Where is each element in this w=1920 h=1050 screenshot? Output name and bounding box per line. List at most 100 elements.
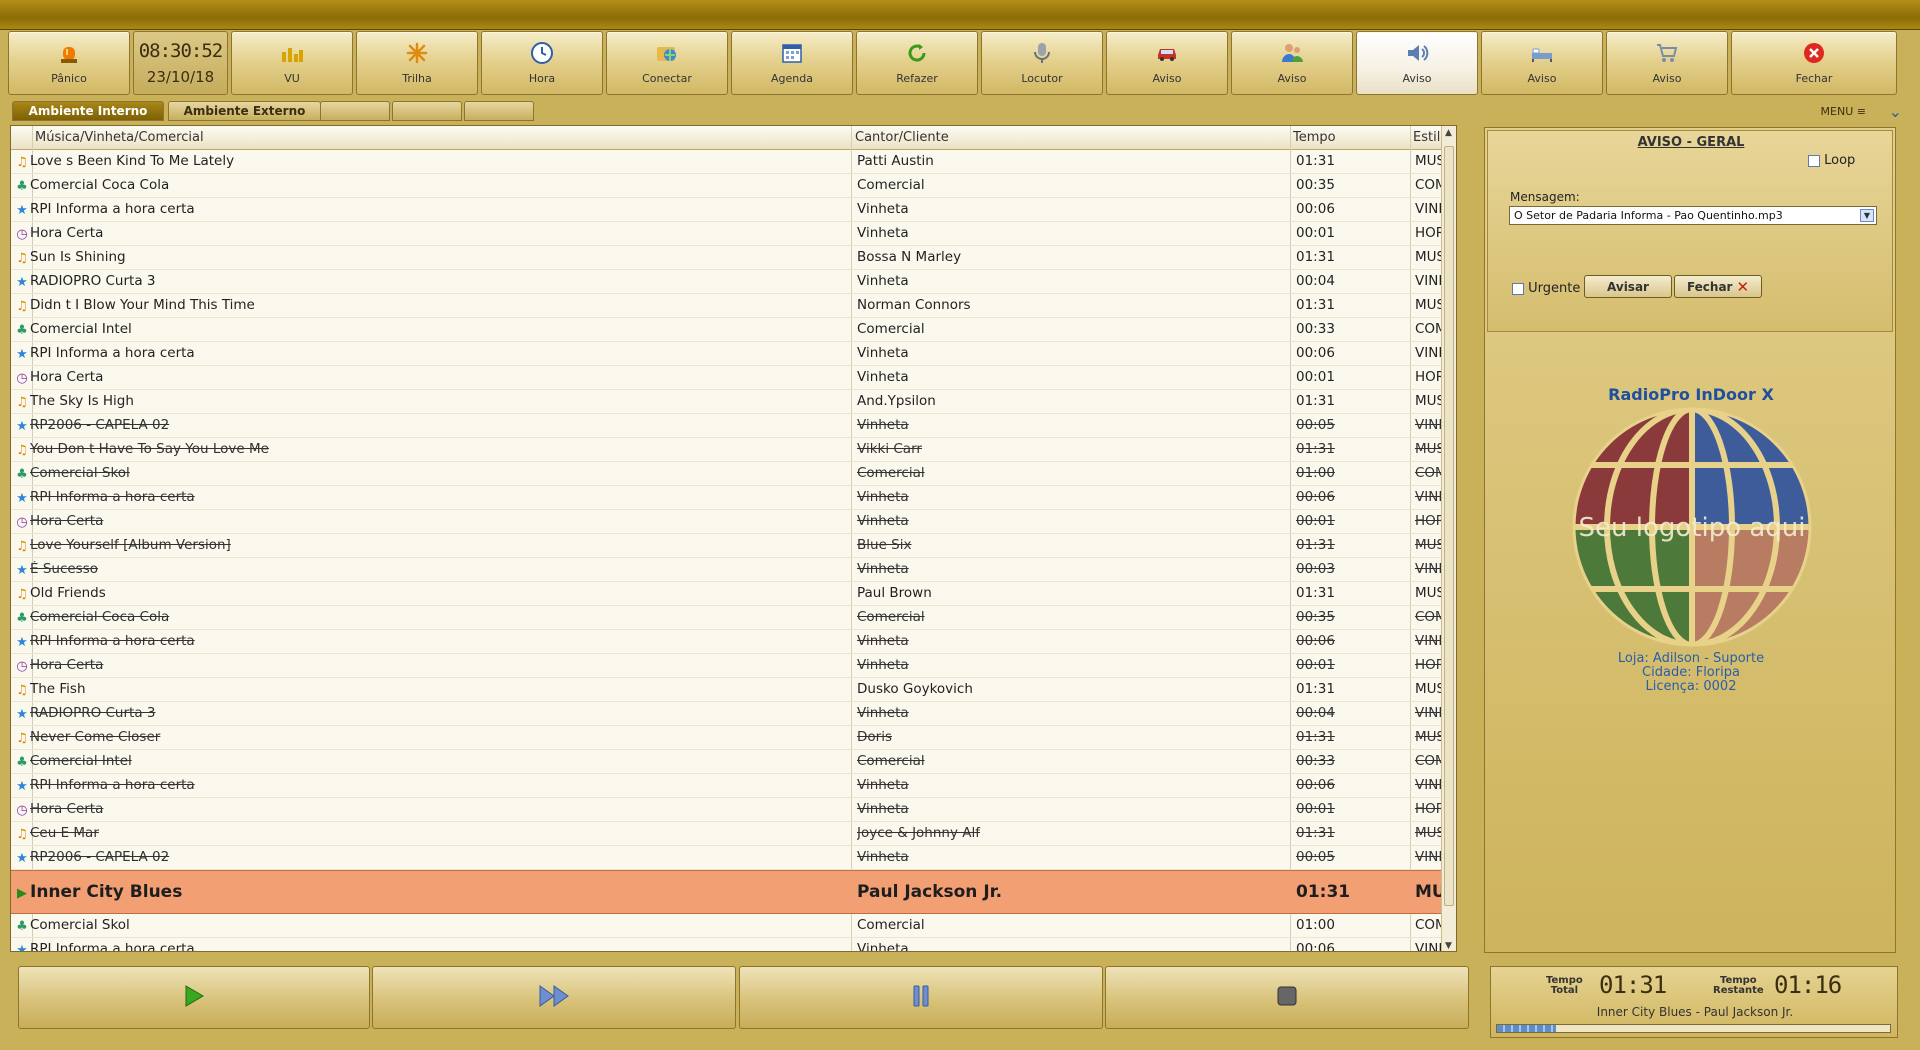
playlist-row[interactable]: ★RADIOPRO Curta 3Vinheta00:04VINHETA — [11, 270, 1456, 294]
chevron-down-icon[interactable]: ⌄ — [1889, 102, 1902, 121]
playlist-row[interactable]: ◷Hora CertaVinheta00:01HORAS — [11, 222, 1456, 246]
playlist-row[interactable]: ★ RPI Informa a hora certa Vinheta 00:06 VIN… — [11, 938, 1456, 952]
commercial-icon: ♣ — [16, 322, 28, 338]
playlist-row[interactable]: ♫The FishDusko Goykovich01:31MUSICA — [11, 678, 1456, 702]
conectar-button[interactable]: Conectar — [606, 31, 728, 95]
license-number: Licença: 0002 — [1645, 679, 1737, 694]
fast-forward-icon — [539, 984, 569, 1011]
cell-time: 00:03 — [1296, 561, 1335, 577]
playlist-row[interactable]: ◷Hora CertaVinheta00:01HORAS — [11, 798, 1456, 822]
vu-button[interactable]: VU — [231, 31, 353, 95]
music-note-icon: ♫ — [16, 154, 28, 170]
refazer-button[interactable]: Refazer — [856, 31, 978, 95]
agenda-button[interactable]: Agenda — [731, 31, 853, 95]
playlist-row[interactable]: ♫Sun Is ShiningBossa N Marley01:31MUSICA — [11, 246, 1456, 270]
fechar-button[interactable]: Fechar — [1731, 31, 1897, 95]
playlist-row[interactable]: ♫ You Don t Have To Say You Love Me Vikki … — [11, 438, 1456, 462]
column-header-artist[interactable]: Cantor/Cliente — [855, 130, 949, 145]
playlist-row[interactable]: ♣Comercial IntelComercial00:33COMERCIAL — [11, 750, 1456, 774]
tab-empty-2[interactable] — [392, 101, 462, 121]
tab-ambiente-interno[interactable]: Ambiente Interno — [12, 101, 164, 121]
dropdown-arrow-icon[interactable]: ▼ — [1860, 209, 1874, 222]
playlist-row[interactable]: ◷Hora CertaVinheta00:01HORAS — [11, 510, 1456, 534]
playlist-row[interactable]: ♫The Sky Is HighAnd.Ypsilon01:31MUSICA — [11, 390, 1456, 414]
player-controls — [10, 966, 1470, 1032]
star-icon: ★ — [16, 274, 28, 290]
cell-artist: Comercial — [857, 177, 925, 193]
globe-logo-icon: Seu logotipo aqui — [1572, 407, 1812, 647]
cell-track: RPI Informa a hora certa — [30, 489, 195, 505]
playlist-row[interactable]: ★ RPI Informa a hora certa Vinheta 00:06 VIN… — [11, 630, 1456, 654]
scroll-up-icon[interactable]: ▲ — [1445, 128, 1452, 138]
aviso-people-button[interactable]: Aviso — [1231, 31, 1353, 95]
playlist-row[interactable]: ♣Comercial Coca ColaComercial00:35COMERC… — [11, 174, 1456, 198]
aviso-speaker-button[interactable]: Aviso — [1356, 31, 1478, 95]
menu-button[interactable]: MENU ≡ — [1821, 105, 1866, 118]
playlist-scrollbar[interactable]: ▲ ▼ — [1441, 126, 1456, 951]
scroll-down-icon[interactable]: ▼ — [1445, 941, 1452, 951]
playlist-row[interactable]: ★ RPI Informa a hora certa Vinheta 00:06 VIN… — [11, 774, 1456, 798]
microphone-icon — [1028, 39, 1056, 67]
column-header-time[interactable]: Tempo — [1293, 130, 1336, 145]
urgent-check-box[interactable] — [1512, 282, 1524, 295]
playlist-row[interactable]: ◷Hora CertaVinheta00:01HORAS — [11, 366, 1456, 390]
stop-button[interactable] — [1105, 966, 1469, 1029]
playlist-row[interactable]: ★ RPI Informa a hora certa Vinheta 00:06 VIN… — [11, 198, 1456, 222]
playback-progress[interactable] — [1496, 1024, 1891, 1033]
cell-time: 00:06 — [1296, 941, 1335, 952]
urgent-checkbox[interactable]: Urgente — [1512, 281, 1580, 296]
cell-track: Comercial Coca Cola — [30, 609, 170, 625]
playlist-row[interactable]: ★É SucessoVinheta00:03VINHETA — [11, 558, 1456, 582]
playlist-row[interactable]: ★RADIOPRO Curta 3Vinheta00:04VINHETA — [11, 702, 1456, 726]
playlist-row[interactable]: ★RP2006 - CAPELA 02Vinheta00:05VINHETA — [11, 846, 1456, 870]
next-button[interactable] — [372, 966, 736, 1029]
playlist-row[interactable]: ♣Comercial SkolComercial01:00COMERCIAL — [11, 914, 1456, 938]
remaining-time-value: 01:16 — [1774, 971, 1842, 999]
playlist-row[interactable]: ♫Never Come CloserDoris01:31MUSICA — [11, 726, 1456, 750]
aviso-cart-button[interactable]: Aviso — [1606, 31, 1728, 95]
locutor-button[interactable]: Locutor — [981, 31, 1103, 95]
scrollbar-thumb[interactable] — [1444, 146, 1454, 906]
playlist-row[interactable]: ♫ Love Yourself [Album Version] Blue Six 01… — [11, 534, 1456, 558]
pause-button[interactable] — [739, 966, 1103, 1029]
playlist-row[interactable]: ♫ Didn t I Blow Your Mind This Time Norman… — [11, 294, 1456, 318]
play-button[interactable] — [18, 966, 370, 1029]
message-select[interactable]: O Setor de Padaria Informa - Pao Quentin… — [1509, 206, 1877, 225]
playlist-row[interactable]: ♫Ceu E MarJoyce & Johnny Alf01:31MUSICA — [11, 822, 1456, 846]
aviso-bed-button[interactable]: Aviso — [1481, 31, 1603, 95]
cell-track: Ceu E Mar — [30, 825, 99, 841]
playlist-row[interactable]: ♫Old FriendsPaul Brown01:31MUSICA — [11, 582, 1456, 606]
playlist-row[interactable]: ★ RPI Informa a hora certa Vinheta 00:06 VIN… — [11, 486, 1456, 510]
title-bar[interactable] — [0, 0, 1920, 30]
playlist-row[interactable]: ♣Comercial Coca ColaComercial00:35COMERC… — [11, 606, 1456, 630]
playlist-row[interactable]: ♣Comercial SkolComercial01:00COMERCIAL — [11, 462, 1456, 486]
loop-checkbox[interactable]: Loop — [1808, 153, 1855, 168]
playlist-row-current[interactable]: ▶ Inner City Blues Paul Jackson Jr. 01:31 MU… — [11, 870, 1456, 914]
playlist-row[interactable]: ★ RPI Informa a hora certa Vinheta 00:06 VIN… — [11, 342, 1456, 366]
loop-check-box[interactable] — [1808, 154, 1820, 167]
playlist-row[interactable]: ♣Comercial IntelComercial00:33COMERCIAL — [11, 318, 1456, 342]
star-icon: ★ — [16, 346, 28, 362]
tab-empty-3[interactable] — [464, 101, 534, 121]
playlist-row[interactable]: ◷Hora CertaVinheta00:01HORAS — [11, 654, 1456, 678]
music-note-icon: ♫ — [16, 394, 28, 410]
playlist-row[interactable]: ♫ Love s Been Kind To Me Lately Patti Aust… — [11, 150, 1456, 174]
avisar-button[interactable]: Avisar — [1584, 275, 1672, 298]
playlist-row[interactable]: ★RP2006 - CAPELA 02Vinheta00:05VINHETA — [11, 414, 1456, 438]
star-icon: ★ — [16, 490, 28, 506]
cell-artist: Vinheta — [857, 273, 909, 289]
cell-artist: Joyce & Johnny Alf — [857, 825, 980, 841]
panic-button[interactable]: Pânico — [8, 31, 130, 95]
agenda-label: Agenda — [771, 72, 813, 85]
cell-time: 00:04 — [1296, 705, 1335, 721]
column-header-track[interactable]: Música/Vinheta/Comercial — [35, 130, 204, 145]
tab-empty-1[interactable] — [320, 101, 390, 121]
cell-artist: Vinheta — [857, 657, 909, 673]
fechar-aviso-button[interactable]: Fechar ✕ — [1674, 275, 1762, 298]
hora-button[interactable]: Hora — [481, 31, 603, 95]
cell-track: Comercial Intel — [30, 753, 132, 769]
cell-artist: Vinheta — [857, 633, 909, 649]
trilha-button[interactable]: Trilha — [356, 31, 478, 95]
tab-ambiente-externo[interactable]: Ambiente Externo — [168, 101, 321, 121]
aviso-car-button[interactable]: Aviso — [1106, 31, 1228, 95]
